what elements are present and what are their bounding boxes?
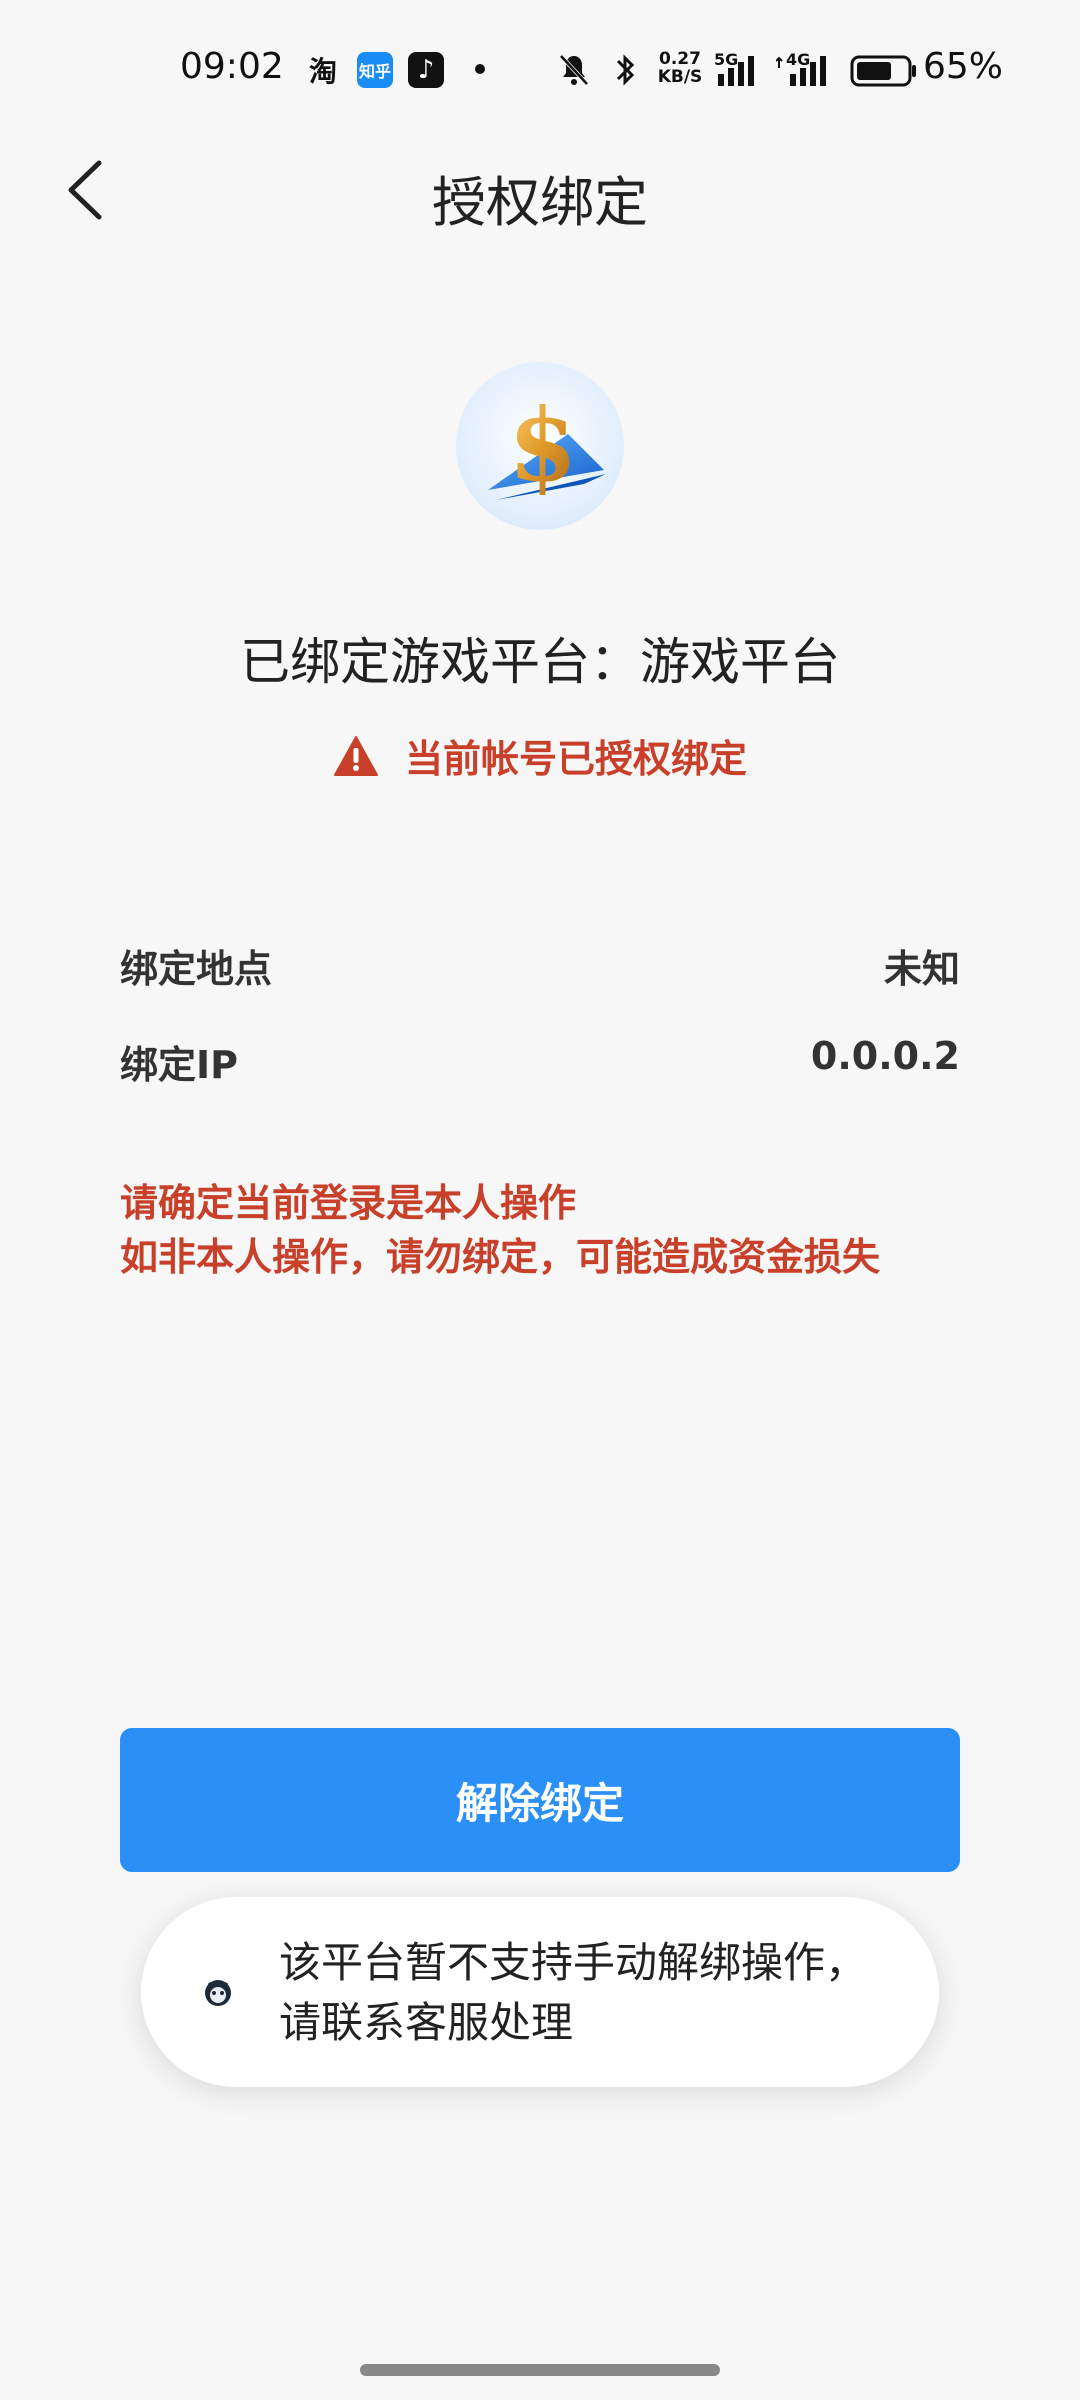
status-time: 09:02 xyxy=(180,46,284,87)
page-title: 授权绑定 xyxy=(432,171,648,234)
warning-row: 当前帐号已授权绑定 xyxy=(0,728,1080,783)
app-avatar-icon xyxy=(205,1980,231,2006)
notice-line: 请确定当前登录是本人操作 xyxy=(120,1181,577,1225)
toast-line: 请联系客服处理 xyxy=(279,1998,574,2047)
toast: 该平台暂不支持手动解绑操作， 请联系客服处理 xyxy=(141,1897,939,2087)
zhihu-icon: 知乎 xyxy=(357,52,393,88)
battery-icon xyxy=(850,55,916,87)
info-value: 未知 xyxy=(883,947,960,991)
bound-platform-text: 已绑定游戏平台：游戏平台 xyxy=(240,633,840,691)
network-speed: 0.27 KB/S xyxy=(654,50,706,86)
warning-label: 当前帐号已授权绑定 xyxy=(404,737,747,781)
info-row-location: 绑定地点 未知 xyxy=(120,938,960,993)
notification-dot-icon xyxy=(475,64,485,74)
toast-line: 该平台暂不支持手动解绑操作， xyxy=(279,1938,868,1987)
screen: 09:02 淘 知乎 ♪ 0.27 KB/S 5G 4G 65% 授权绑定 $ … xyxy=(0,0,1080,2400)
notice-line: 如非本人操作，请勿绑定，可能造成资金损失 xyxy=(120,1235,881,1279)
info-value: 0.0.0.2 xyxy=(810,1034,960,1078)
network-speed-unit: KB/S xyxy=(657,67,703,87)
info-row-ip: 绑定IP 0.0.0.2 xyxy=(120,1034,960,1089)
platform-logo: $ xyxy=(456,362,624,530)
notice-text: 请确定当前登录是本人操作 如非本人操作，请勿绑定，可能造成资金损失 xyxy=(120,1176,980,1284)
svg-text:$: $ xyxy=(508,386,578,504)
mute-icon xyxy=(559,54,589,86)
unbind-button[interactable]: 解除绑定 xyxy=(120,1728,960,1872)
battery-percent: 65% xyxy=(923,46,1004,87)
signal-4g-icon xyxy=(776,56,826,86)
dollar-logo-icon: $ xyxy=(488,386,606,504)
toast-message: 该平台暂不支持手动解绑操作， 请联系客服处理 xyxy=(279,1933,879,2053)
douyin-icon: ♪ xyxy=(408,52,444,88)
bluetooth-icon xyxy=(616,54,635,86)
network-speed-value: 0.27 xyxy=(659,49,701,69)
home-indicator[interactable] xyxy=(360,2364,720,2376)
info-label: 绑定IP xyxy=(120,1043,238,1087)
taobao-icon: 淘 xyxy=(308,55,337,88)
status-bar: 09:02 淘 知乎 ♪ 0.27 KB/S 5G 4G 65% xyxy=(0,0,1080,140)
warning-icon xyxy=(333,735,378,776)
info-label: 绑定地点 xyxy=(120,947,273,991)
signal-5g-icon xyxy=(718,56,754,86)
